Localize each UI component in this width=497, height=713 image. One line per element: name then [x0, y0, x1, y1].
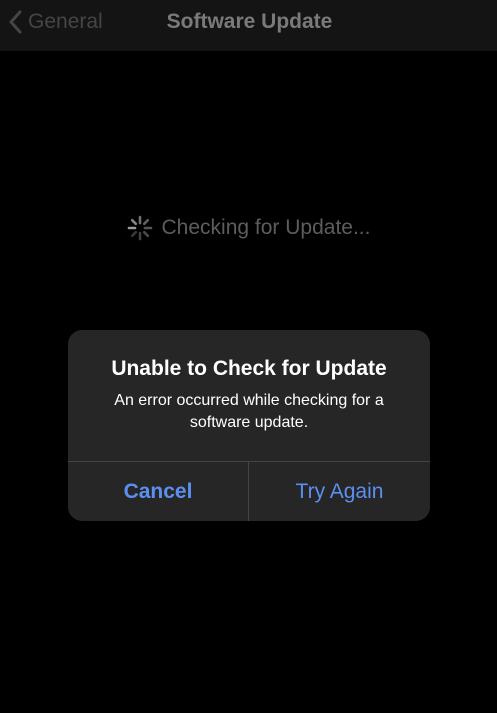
navigation-bar: General Software Update — [0, 0, 497, 51]
software-update-screen: General Software Update Checking for Upd… — [0, 0, 497, 713]
alert-title: Unable to Check for Update — [111, 357, 387, 380]
alert-message: An error occurred while checking for a s… — [114, 392, 384, 431]
checking-status: Checking for Update... — [0, 212, 497, 244]
error-alert-dialog: Unable to Check for Update An error occu… — [68, 330, 430, 521]
cancel-button[interactable]: Cancel — [68, 462, 248, 521]
checking-label: Checking for Update... — [161, 216, 371, 239]
activity-spinner-icon — [127, 215, 153, 241]
try-again-button[interactable]: Try Again — [249, 462, 430, 521]
page-title: Software Update — [166, 10, 333, 33]
